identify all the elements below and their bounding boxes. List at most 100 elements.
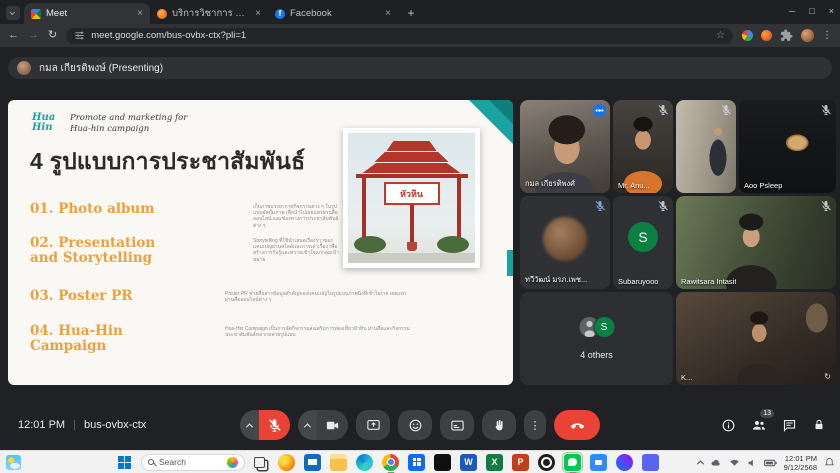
participant-tile-standing[interactable] xyxy=(676,100,736,193)
minimize-button[interactable]: ─ xyxy=(789,6,795,16)
taskbar-app-messenger[interactable] xyxy=(616,454,633,471)
window-controls: ─ □ × xyxy=(789,0,834,22)
participant-initial-avatar: S xyxy=(593,316,615,338)
bookmark-star-icon[interactable]: ☆ xyxy=(716,30,725,41)
presenter-name: กมล เกียรติพงษ์ (Presenting) xyxy=(39,61,163,76)
slide-logo: Hua Hin xyxy=(32,113,55,133)
host-controls-button[interactable] xyxy=(812,418,826,432)
reload-button[interactable]: ↻ xyxy=(48,30,57,41)
photo-bush xyxy=(437,236,469,253)
raise-hand-button[interactable] xyxy=(482,410,516,440)
avatar-cluster: S xyxy=(578,316,615,338)
tab-close-icon[interactable]: × xyxy=(385,9,391,19)
maximize-button[interactable]: □ xyxy=(809,6,814,16)
back-button[interactable]: ← xyxy=(8,30,19,41)
participant-tile-last[interactable]: K... ↻ xyxy=(676,292,836,385)
call-controls: ⋮ xyxy=(240,410,600,440)
address-bar[interactable]: meet.google.com/bus-ovbx-ctx?pli=1 ☆ xyxy=(66,28,733,44)
participant-name: Aoo Psleep xyxy=(744,181,782,190)
more-options-button[interactable]: ⋮ xyxy=(524,410,546,440)
mic-options-chevron-icon[interactable] xyxy=(240,410,259,440)
taskbar-app-discord[interactable] xyxy=(642,454,659,471)
panel-buttons: 13 xyxy=(721,400,826,450)
close-button[interactable]: × xyxy=(829,6,834,16)
tab-search-icon[interactable] xyxy=(6,6,20,20)
tab-thai-site[interactable]: บริการวิชาการ ปีงบประมาณ 2569 : × xyxy=(150,3,268,24)
reactions-button[interactable] xyxy=(398,410,432,440)
mic-mute-button[interactable] xyxy=(259,410,290,440)
overflow-participants-tile[interactable]: S 4 others xyxy=(520,292,673,385)
taskbar-app-file-explorer[interactable] xyxy=(330,454,347,471)
taskbar-app-zoom[interactable] xyxy=(590,454,607,471)
site-favicon-icon xyxy=(157,9,167,19)
meeting-info: 12:01 PM | bus-ovbx-ctx xyxy=(18,400,146,450)
system-tray: 12:01 PM 9/12/2568 xyxy=(698,451,835,473)
profile-avatar[interactable] xyxy=(801,29,814,42)
taskbar-search[interactable]: Search xyxy=(141,454,245,471)
new-tab-button[interactable]: + xyxy=(402,4,420,22)
tab-close-icon[interactable]: × xyxy=(255,9,261,19)
extension-icon[interactable] xyxy=(761,30,772,41)
extensions-puzzle-icon[interactable] xyxy=(780,29,793,42)
presenting-banner: กมล เกียรติพงษ์ (Presenting) xyxy=(8,57,832,79)
participant-tile-taweewat[interactable]: ทวีวัฒน์ มรภ.เพช... xyxy=(520,196,610,289)
extension-icon[interactable] xyxy=(742,30,753,41)
tab-facebook[interactable]: f Facebook × xyxy=(268,3,398,24)
end-call-button[interactable] xyxy=(554,410,600,440)
taskbar-app-obs[interactable] xyxy=(538,454,555,471)
search-highlight-icon xyxy=(227,457,238,468)
taskbar-clock[interactable]: 12:01 PM 9/12/2568 xyxy=(784,454,817,472)
search-placeholder: Search xyxy=(159,457,222,467)
chat-button[interactable] xyxy=(782,418,797,433)
participant-tile-aoo[interactable]: Aoo Psleep xyxy=(739,100,836,193)
forward-button[interactable]: → xyxy=(28,30,39,41)
taskbar-app-chrome[interactable] xyxy=(382,454,399,471)
clock-date: 9/12/2568 xyxy=(784,463,817,472)
speaking-indicator-icon xyxy=(593,104,606,117)
camera-button[interactable] xyxy=(317,410,348,440)
participant-tile-mr-anu[interactable]: Mr. Anu... xyxy=(613,100,673,193)
taskbar-app-word[interactable]: W xyxy=(460,454,477,471)
taskbar-app-line[interactable] xyxy=(564,454,581,471)
volume-icon[interactable] xyxy=(747,458,757,468)
site-settings-icon[interactable] xyxy=(74,30,85,41)
flip-camera-icon[interactable]: ↻ xyxy=(824,372,831,381)
mic-control-group xyxy=(240,410,290,440)
browser-tab-strip: Meet × บริการวิชาการ ปีงบประมาณ 2569 : ×… xyxy=(0,0,840,24)
taskbar-app-tv[interactable] xyxy=(434,454,451,471)
notifications-bell-icon[interactable] xyxy=(824,457,835,468)
shared-presentation-tile[interactable]: Hua Hin Promote and marketing for Hua-hi… xyxy=(8,100,513,385)
taskbar-app-task-view[interactable] xyxy=(254,457,265,468)
meeting-details-button[interactable] xyxy=(721,418,736,433)
participant-tile-kamon[interactable]: กมล เกียรติพงศ์ xyxy=(520,100,610,193)
participant-name: ทวีวัฒน์ มรภ.เพช... xyxy=(525,274,587,286)
clock-text: 12:01 PM xyxy=(18,419,65,431)
camera-control-group xyxy=(298,410,348,440)
widgets-weather-icon[interactable] xyxy=(6,455,21,470)
photo-bush xyxy=(354,236,386,253)
pavilion-roof xyxy=(363,163,461,173)
taskbar-app-excel[interactable]: X xyxy=(486,454,503,471)
tab-meet[interactable]: Meet × xyxy=(24,3,150,24)
start-button[interactable] xyxy=(116,454,132,470)
tab-close-icon[interactable]: × xyxy=(137,9,143,19)
taskbar-app-store[interactable] xyxy=(408,454,425,471)
people-button[interactable]: 13 xyxy=(751,417,767,433)
taskbar-app-powerpoint[interactable]: P xyxy=(512,454,529,471)
taskbar-app-firefox[interactable] xyxy=(278,454,295,471)
pavilion-roof xyxy=(375,152,449,162)
present-screen-button[interactable] xyxy=(356,410,390,440)
participant-tile-rawitsara[interactable]: Rawitsara Intasit xyxy=(676,196,836,289)
tray-chevron-icon[interactable] xyxy=(697,460,704,467)
camera-options-chevron-icon[interactable] xyxy=(298,410,317,440)
participant-tile-subaruyooo[interactable]: S Subaruyooo xyxy=(613,196,673,289)
browser-menu-icon[interactable]: ⋮ xyxy=(822,30,832,41)
onedrive-cloud-icon[interactable] xyxy=(710,458,722,467)
wifi-icon[interactable] xyxy=(729,458,740,467)
participant-name: กมล เกียรติพงศ์ xyxy=(525,178,575,190)
taskbar-app-mail[interactable] xyxy=(304,454,321,471)
battery-icon[interactable] xyxy=(764,459,777,467)
extensions-area: ⋮ xyxy=(742,29,832,42)
captions-button[interactable] xyxy=(440,410,474,440)
taskbar-app-edge[interactable] xyxy=(356,454,373,471)
